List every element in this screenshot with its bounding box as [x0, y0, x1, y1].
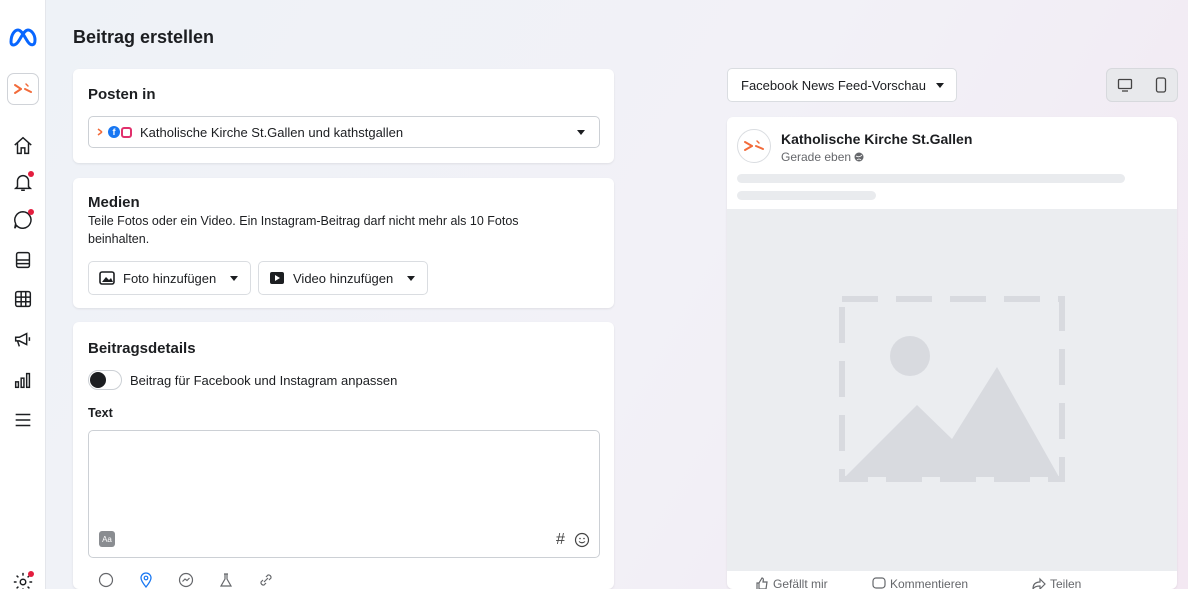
desktop-preview-button[interactable]	[1107, 69, 1143, 101]
add-video-label: Video hinzufügen	[293, 270, 394, 286]
details-title: Beitragsdetails	[88, 340, 196, 357]
text-format-icon[interactable]: Aa	[99, 531, 115, 547]
add-video-button[interactable]: Video hinzufügen	[258, 261, 429, 295]
add-photo-button[interactable]: Foto hinzufügen	[88, 261, 252, 295]
comment-label: Kommentieren	[890, 577, 969, 589]
notifications-icon[interactable]	[7, 166, 39, 198]
like-icon	[756, 577, 768, 589]
settings-icon[interactable]	[7, 566, 39, 589]
like-action: Gefällt mir	[755, 577, 828, 589]
flask-icon[interactable]	[218, 572, 234, 588]
preview-page-avatar	[737, 129, 771, 163]
page-logo-icon	[14, 83, 32, 94]
text-skeleton-line	[737, 174, 1125, 183]
beitragsdetails-card: Beitragsdetails Beitrag für Facebook und…	[73, 322, 614, 589]
desktop-icon	[1117, 78, 1133, 92]
page-logo-icon	[97, 128, 103, 136]
text-skeleton-line	[737, 191, 876, 200]
share-icon	[1032, 577, 1046, 589]
facebook-icon: f	[108, 126, 120, 138]
ads-icon[interactable]	[7, 324, 39, 356]
posten-in-card: Posten in f Katholische Kirche St.Gallen…	[73, 69, 614, 163]
preview-timestamp: Gerade eben	[781, 150, 852, 164]
planner-icon[interactable]	[7, 283, 39, 315]
posten-in-title: Posten in	[88, 86, 156, 103]
customize-toggle-label: Beitrag für Facebook und Instagram anpas…	[130, 373, 398, 388]
notification-dot	[28, 171, 34, 177]
link-icon[interactable]	[258, 572, 274, 588]
medien-card: Medien Teile Fotos oder ein Video. Ein I…	[73, 178, 614, 308]
globe-icon	[854, 152, 864, 162]
comment-icon	[872, 577, 886, 589]
post-text-input[interactable]: Aa #	[88, 430, 600, 558]
chevron-down-icon	[230, 275, 239, 281]
location-icon[interactable]	[138, 572, 154, 588]
post-options-toolbar	[98, 572, 274, 588]
text-label: Text	[88, 406, 113, 420]
video-icon	[270, 272, 284, 284]
feeling-icon[interactable]	[98, 572, 114, 588]
mobile-icon	[1155, 77, 1167, 93]
preview-page-name: Katholische Kirche St.Gallen	[781, 131, 973, 147]
device-toggle	[1106, 68, 1178, 102]
page-avatar-button[interactable]	[7, 73, 39, 105]
preview-placement-select[interactable]: Facebook News Feed-Vorschau	[727, 68, 957, 102]
image-placeholder-icon	[839, 296, 1065, 482]
preview-meta: Gerade eben	[781, 150, 864, 164]
like-label: Gefällt mir	[773, 577, 828, 589]
chevron-down-icon	[407, 275, 416, 281]
account-select[interactable]: f Katholische Kirche St.Gallen und kaths…	[88, 116, 600, 148]
home-icon[interactable]	[7, 130, 39, 162]
insights-icon[interactable]	[7, 364, 39, 396]
meta-logo-icon[interactable]	[7, 26, 39, 50]
chevron-down-icon	[577, 130, 585, 135]
page-logo-icon	[744, 140, 764, 151]
notification-dot	[28, 571, 34, 577]
account-icons: f	[97, 126, 132, 138]
mobile-preview-button[interactable]	[1143, 69, 1179, 101]
sidebar	[0, 0, 46, 589]
toggle-knob	[90, 372, 106, 388]
instagram-icon	[121, 126, 132, 138]
hashtag-button[interactable]: #	[556, 531, 565, 549]
share-action: Teilen	[1032, 577, 1081, 589]
customize-toggle[interactable]	[88, 370, 122, 390]
menu-icon[interactable]	[7, 404, 39, 436]
medien-title: Medien	[88, 194, 140, 211]
content-icon[interactable]	[7, 244, 39, 276]
messenger-icon[interactable]	[178, 572, 194, 588]
post-preview-card: Katholische Kirche St.Gallen Gerade eben…	[727, 117, 1177, 589]
inbox-icon[interactable]	[7, 204, 39, 236]
add-photo-label: Foto hinzufügen	[123, 270, 217, 286]
share-label: Teilen	[1050, 577, 1082, 589]
account-select-value: Katholische Kirche St.Gallen und kathstg…	[140, 124, 404, 140]
notification-dot	[28, 209, 34, 215]
photo-icon	[99, 271, 115, 285]
emoji-icon[interactable]	[574, 532, 590, 548]
chevron-down-icon	[935, 82, 944, 88]
page-title: Beitrag erstellen	[73, 27, 215, 47]
medien-description: Teile Fotos oder ein Video. Ein Instagra…	[88, 214, 519, 246]
comment-action: Kommentieren	[872, 577, 968, 589]
preview-placement-value: Facebook News Feed-Vorschau	[741, 77, 926, 93]
media-placeholder	[727, 209, 1177, 571]
